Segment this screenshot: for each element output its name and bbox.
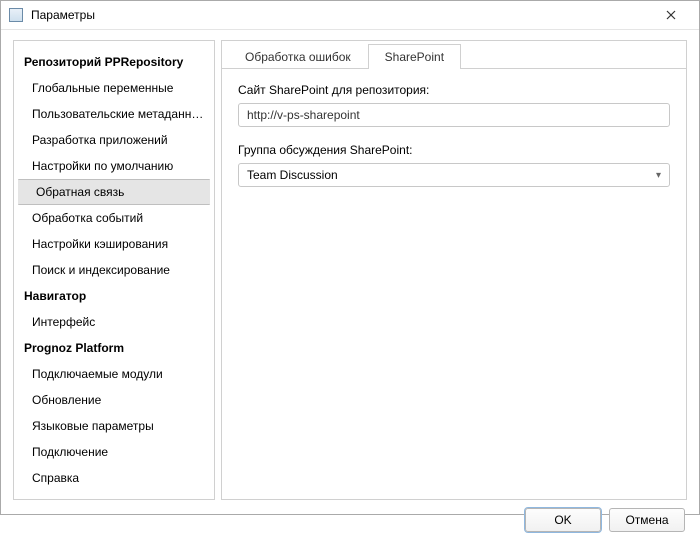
sidebar-item-app-dev[interactable]: Разработка приложений xyxy=(14,127,214,153)
sidebar-item-help[interactable]: Справка xyxy=(14,465,214,491)
sidebar-item-caching[interactable]: Настройки кэширования xyxy=(14,231,214,257)
tab-sharepoint[interactable]: SharePoint xyxy=(368,44,461,69)
cancel-button[interactable]: Отмена xyxy=(609,508,685,532)
tab-error-handling[interactable]: Обработка ошибок xyxy=(228,44,368,69)
sidebar-item-plugins[interactable]: Подключаемые модули xyxy=(14,361,214,387)
ok-button[interactable]: OK xyxy=(525,508,601,532)
group-combo[interactable]: Team Discussion ▾ xyxy=(238,163,670,187)
sidebar-item-search-index[interactable]: Поиск и индексирование xyxy=(14,257,214,283)
tab-body: Сайт SharePoint для репозитория: Группа … xyxy=(222,69,686,201)
main-panel: Обработка ошибок SharePoint Сайт SharePo… xyxy=(221,40,687,500)
sidebar-section-navigator: Навигатор xyxy=(14,283,214,309)
group-combo-value: Team Discussion xyxy=(247,168,338,182)
sidebar-item-connection[interactable]: Подключение xyxy=(14,439,214,465)
sidebar-item-updates[interactable]: Обновление xyxy=(14,387,214,413)
site-label: Сайт SharePoint для репозитория: xyxy=(238,83,670,97)
titlebar: Параметры xyxy=(1,1,699,30)
sidebar-section-prognoz: Prognoz Platform xyxy=(14,335,214,361)
settings-window: Параметры Репозиторий PPRepository Глоба… xyxy=(0,0,700,515)
sidebar-item-global-vars[interactable]: Глобальные переменные xyxy=(14,75,214,101)
window-title: Параметры xyxy=(31,8,651,22)
app-icon xyxy=(9,8,23,22)
sidebar-section-repository: Репозиторий PPRepository xyxy=(14,49,214,75)
sidebar: Репозиторий PPRepository Глобальные пере… xyxy=(13,40,215,500)
tabstrip: Обработка ошибок SharePoint xyxy=(222,41,686,69)
sidebar-item-defaults[interactable]: Настройки по умолчанию xyxy=(14,153,214,179)
close-button[interactable] xyxy=(651,1,691,29)
sidebar-item-event-handling[interactable]: Обработка событий xyxy=(14,205,214,231)
group-label: Группа обсуждения SharePoint: xyxy=(238,143,670,157)
sidebar-item-user-metadata[interactable]: Пользовательские метаданные xyxy=(14,101,214,127)
footer: OK Отмена xyxy=(1,508,699,538)
close-icon xyxy=(666,10,676,20)
sidebar-item-interface[interactable]: Интерфейс xyxy=(14,309,214,335)
chevron-down-icon: ▾ xyxy=(656,170,661,181)
sidebar-item-feedback[interactable]: Обратная связь xyxy=(18,179,210,205)
site-input[interactable] xyxy=(238,103,670,127)
content-area: Репозиторий PPRepository Глобальные пере… xyxy=(1,30,699,508)
sidebar-item-language[interactable]: Языковые параметры xyxy=(14,413,214,439)
